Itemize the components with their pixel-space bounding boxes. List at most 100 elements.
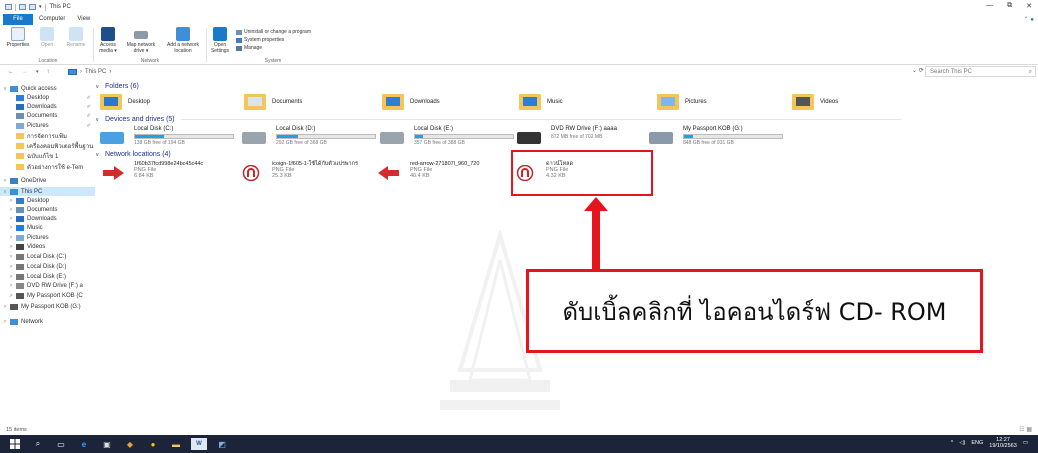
pin-icon[interactable]: ✐ [87, 104, 91, 110]
map-network-drive-button[interactable]: Map network drive ▾ [121, 27, 161, 54]
expand-chevron-icon[interactable]: > [6, 207, 16, 213]
snipping-tool-icon[interactable]: ◩ [214, 438, 230, 450]
pin-icon[interactable]: ✐ [87, 95, 91, 101]
drive-item[interactable]: My Passport KOB (G:) 848 GB free of 931 G… [649, 126, 819, 150]
search-input[interactable]: Search This PC ⌕ [925, 66, 1036, 77]
volume-icon[interactable]: ◁) [959, 440, 965, 446]
expand-chevron-icon[interactable]: > [6, 254, 16, 260]
tab-file[interactable]: File [3, 14, 33, 25]
folder-item[interactable]: Videos [792, 94, 838, 110]
add-network-location-button[interactable]: Add a network location [162, 27, 204, 54]
chrome-icon[interactable]: ● [145, 438, 161, 450]
nav-item[interactable]: การจัดการแฟ้ม [0, 131, 95, 140]
folder-item[interactable]: Documents [244, 94, 302, 110]
expand-chevron-icon[interactable]: v [0, 189, 10, 195]
ribbon-expand-icon[interactable]: ⌃ ● [1024, 16, 1034, 23]
nav-item[interactable]: เครื่องคอมพิวเตอร์พื้นฐาน [0, 141, 95, 150]
nav-item[interactable]: > Pictures [0, 233, 95, 242]
nav-item[interactable]: > Desktop [0, 196, 95, 205]
breadcrumb-this-pc[interactable]: This PC [85, 69, 106, 75]
nav-item[interactable]: Documents ✐ [0, 111, 95, 120]
nav-item[interactable]: Downloads ✐ [0, 102, 95, 111]
nav-item[interactable]: v This PC [0, 187, 95, 196]
properties-button[interactable]: Properties [4, 27, 32, 48]
expand-chevron-icon[interactable]: > [6, 244, 16, 250]
new-folder-qa-icon[interactable] [29, 4, 36, 10]
folders-group-header[interactable]: v Folders (6) [96, 83, 139, 90]
expand-chevron-icon[interactable]: > [6, 235, 16, 241]
nav-item[interactable]: > Documents [0, 205, 95, 214]
folder-item[interactable]: Downloads [382, 94, 440, 110]
nav-item[interactable]: > Downloads [0, 214, 95, 223]
nav-item[interactable]: Pictures ✐ [0, 121, 95, 130]
recent-chevron-icon[interactable]: ▾ [36, 69, 39, 75]
breadcrumb[interactable]: › This PC › [68, 66, 913, 78]
expand-chevron-icon[interactable]: > [0, 304, 10, 310]
expand-chevron-icon[interactable]: > [6, 293, 16, 299]
task-view-icon[interactable]: ▭ [53, 438, 69, 450]
nav-item[interactable]: > Network [0, 317, 95, 326]
network-group-header[interactable]: v Network locations (4) [96, 151, 171, 158]
network-location-item[interactable]: red-arrow-271807l_960_720 PNG File 40.4 KB [378, 161, 508, 185]
nav-item[interactable]: > Local Disk (D:) [0, 262, 95, 271]
expand-chevron-icon[interactable]: > [6, 274, 16, 280]
expand-chevron-icon[interactable]: > [6, 225, 16, 231]
nav-item[interactable]: > Local Disk (E:) [0, 272, 95, 281]
nav-item[interactable]: v Quick access [0, 84, 95, 93]
expand-chevron-icon[interactable]: > [6, 198, 16, 204]
expand-chevron-icon[interactable]: > [0, 319, 10, 325]
refresh-button[interactable]: ⌄ ⟳ [912, 67, 924, 74]
expand-chevron-icon[interactable]: > [6, 216, 16, 222]
expand-chevron-icon[interactable]: > [6, 283, 16, 289]
forward-arrow-icon[interactable]: → [22, 69, 28, 75]
folder-item[interactable]: Pictures [657, 94, 707, 110]
network-location-item[interactable]: 1f60b37fcd998e24bc45c44c PNG File 6.84 KB [102, 161, 232, 185]
pin-icon[interactable]: ✐ [87, 113, 91, 119]
open-settings-button[interactable]: Open Settings [208, 27, 232, 54]
view-toggle-icons[interactable]: ☷ ▦ [1019, 425, 1032, 435]
uninstall-program-button[interactable]: Uninstall or change a program [236, 29, 311, 35]
minimize-button[interactable]: — [986, 2, 993, 10]
up-arrow-icon[interactable]: ↑ [47, 69, 50, 75]
rename-button[interactable]: Rename [62, 27, 90, 48]
edge-icon[interactable]: e [76, 438, 92, 450]
network-location-item[interactable]: icoign-1f605-1-ใช้ได้กับตัวแปรพากร PNG Fi… [240, 161, 370, 185]
customize-qa-icon[interactable]: ▾ [39, 4, 42, 10]
folder-item[interactable]: Desktop [100, 94, 150, 110]
access-media-button[interactable]: Access media ▾ [96, 27, 120, 54]
properties-qa-icon[interactable] [19, 4, 26, 10]
tray-chevron-icon[interactable]: ^ [951, 440, 954, 446]
nav-item[interactable]: > Videos [0, 242, 95, 251]
word-icon[interactable]: W [191, 438, 207, 450]
nav-item[interactable]: > DVD RW Drive (F:) a [0, 281, 95, 290]
nav-item[interactable]: > My Passport KOB (C [0, 291, 95, 300]
system-properties-button[interactable]: System properties [236, 37, 284, 43]
expand-chevron-icon[interactable]: > [0, 178, 10, 184]
back-arrow-icon[interactable]: ← [8, 69, 14, 75]
nav-item[interactable]: > My Passport KOB (G:) [0, 302, 95, 311]
tab-computer[interactable]: Computer [33, 14, 71, 25]
start-button[interactable] [7, 438, 23, 450]
nav-item[interactable]: > Music [0, 223, 95, 232]
file-explorer-icon[interactable]: ▬ [168, 438, 184, 450]
paint-icon[interactable]: ◆ [122, 438, 138, 450]
store-icon[interactable]: ▣ [99, 438, 115, 450]
devices-group-header[interactable]: v Devices and drives (5) [96, 116, 901, 123]
notifications-icon[interactable]: ▭ [1023, 440, 1028, 446]
folder-item[interactable]: Music [519, 94, 563, 110]
expand-chevron-icon[interactable]: > [6, 264, 16, 270]
language-indicator[interactable]: ENG [971, 440, 983, 446]
pin-icon[interactable]: ✐ [87, 123, 91, 129]
expand-chevron-icon[interactable]: v [0, 86, 10, 92]
clock[interactable]: 12:27 19/10/2563 [989, 437, 1017, 449]
nav-item[interactable]: Desktop ✐ [0, 93, 95, 102]
nav-item[interactable]: > Local Disk (C:) [0, 252, 95, 261]
nav-item[interactable]: > OneDrive [0, 176, 95, 185]
search-taskbar-icon[interactable]: ⌕ [30, 438, 46, 450]
nav-item[interactable]: ฉบับแก้ไข 1 [0, 151, 95, 160]
tab-view[interactable]: View [71, 14, 96, 25]
manage-button[interactable]: Manage [236, 45, 262, 51]
maximize-button[interactable]: ⧉ [1007, 2, 1012, 10]
close-button[interactable]: ✕ [1026, 2, 1032, 10]
open-button[interactable]: Open [34, 27, 60, 48]
